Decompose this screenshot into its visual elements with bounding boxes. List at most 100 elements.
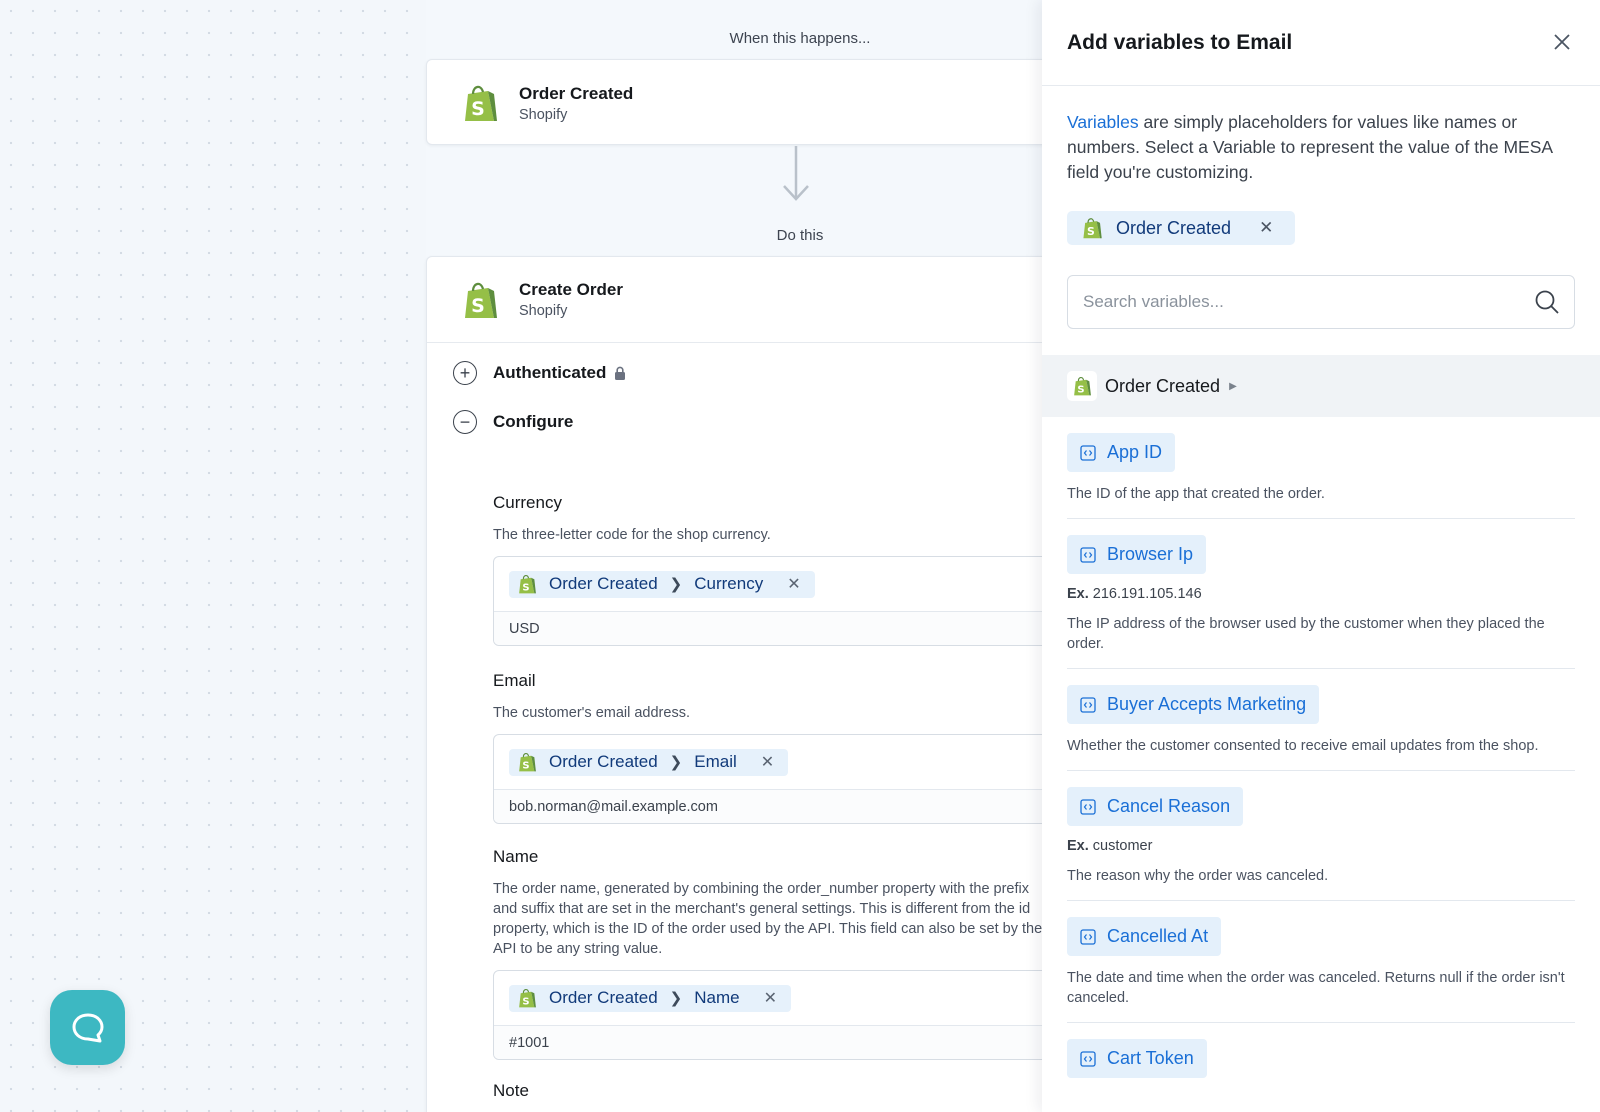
panel-header: Add variables to Email — [1042, 0, 1600, 86]
minus-circle-icon: − — [453, 410, 477, 434]
remove-filter-icon[interactable]: ✕ — [1259, 218, 1273, 238]
variable-list: App ID The ID of the app that created th… — [1042, 417, 1600, 1092]
name-label: Name — [493, 847, 539, 866]
variable-item: Cancel Reason Ex. customer The reason wh… — [1067, 787, 1575, 901]
variable-item: Browser Ip Ex. 216.191.105.146 The IP ad… — [1067, 535, 1575, 669]
shopify-logo-icon — [517, 573, 537, 595]
currency-value: USD — [494, 612, 1072, 645]
action-card-header[interactable]: Create Order Shopify — [427, 257, 1065, 343]
variable-name: Cancelled At — [1107, 926, 1209, 946]
variable-chip-app-id[interactable]: App ID — [1067, 433, 1176, 472]
variable-name: Cart Token — [1107, 1048, 1194, 1068]
variable-group-order-created[interactable]: Order Created ▶ — [1042, 355, 1600, 417]
trigger-subtitle: Shopify — [519, 106, 568, 123]
search-box — [1067, 275, 1575, 329]
chip-source: Order Created — [549, 574, 658, 593]
search-icon[interactable] — [1534, 289, 1560, 315]
code-icon — [1080, 444, 1096, 461]
chat-launcher-button[interactable] — [50, 990, 125, 1065]
variable-description: The ID of the app that created the order… — [1067, 486, 1325, 502]
email-description: The customer's email address. — [493, 705, 690, 721]
trigger-card[interactable]: Order Created Shopify — [426, 59, 1066, 145]
variable-name: App ID — [1107, 442, 1163, 462]
search-input[interactable] — [1083, 292, 1534, 312]
arrow-down-icon — [783, 146, 809, 201]
name-field: Name The order name, generated by combin… — [493, 847, 1073, 1060]
action-title: Create Order — [519, 280, 623, 299]
code-icon — [1080, 1050, 1096, 1067]
filter-chip-label: Order Created — [1116, 217, 1232, 238]
chevron-right-icon: ❯ — [669, 754, 683, 771]
remove-chip-icon[interactable]: ✕ — [764, 988, 777, 1008]
variable-item: Cancelled At The date and time when the … — [1067, 917, 1575, 1023]
chip-field: Email — [694, 752, 737, 771]
variable-description: Whether the customer consented to receiv… — [1067, 738, 1539, 754]
email-input[interactable]: Order Created ❯ Email ✕ bob.norman@mail.… — [493, 734, 1073, 824]
variable-description: The reason why the order was canceled. — [1067, 868, 1329, 884]
chevron-right-icon: ❯ — [669, 990, 683, 1007]
shopify-logo-icon — [517, 751, 537, 773]
shopify-logo-icon — [1072, 375, 1092, 397]
variable-description: The date and time when the order was can… — [1067, 970, 1565, 1006]
variable-example: Ex. 216.191.105.146 — [1067, 586, 1575, 602]
variable-chip-buyer-accepts-marketing[interactable]: Buyer Accepts Marketing — [1067, 685, 1320, 724]
variable-chip-cart-token[interactable]: Cart Token — [1067, 1039, 1207, 1078]
name-variable-chip[interactable]: Order Created ❯ Name ✕ — [509, 984, 792, 1012]
intro-text: are simply placeholders for values like … — [1067, 112, 1553, 182]
authenticated-section-toggle[interactable]: + Authenticated — [453, 361, 626, 385]
code-icon — [1080, 696, 1096, 713]
email-field: Email The customer's email address. Orde… — [493, 671, 1073, 824]
variable-name: Browser Ip — [1107, 544, 1194, 564]
shopify-logo-icon — [461, 279, 499, 321]
email-variable-chip[interactable]: Order Created ❯ Email ✕ — [509, 748, 789, 776]
chip-source: Order Created — [549, 752, 658, 771]
currency-description: The three-letter code for the shop curre… — [493, 527, 771, 543]
shopify-logo-icon — [1081, 216, 1103, 240]
source-filter-chip[interactable]: Order Created ✕ — [1067, 211, 1296, 245]
email-value: bob.norman@mail.example.com — [494, 790, 1072, 823]
code-icon — [1080, 928, 1096, 945]
action-card: Create Order Shopify + Authenticated − C… — [426, 256, 1073, 1112]
trigger-title: Order Created — [519, 83, 634, 103]
variable-chip-cancel-reason[interactable]: Cancel Reason — [1067, 787, 1244, 826]
name-value: #1001 — [494, 1026, 1072, 1059]
group-label: Order Created — [1105, 375, 1221, 396]
variables-panel: Add variables to Email Variables are sim… — [1042, 0, 1600, 1112]
panel-intro: Variables are simply placeholders for va… — [1042, 86, 1600, 185]
authenticated-label: Authenticated — [493, 363, 607, 382]
currency-field: Currency The three-letter code for the s… — [493, 493, 1073, 646]
example-prefix: Ex. — [1067, 838, 1089, 854]
lock-icon — [615, 366, 626, 380]
shopify-logo-icon — [461, 82, 499, 124]
variable-chip-browser-ip[interactable]: Browser Ip — [1067, 535, 1207, 574]
variables-link[interactable]: Variables — [1067, 112, 1139, 132]
close-icon[interactable] — [1552, 32, 1572, 52]
chevron-right-icon: ❯ — [669, 576, 683, 593]
variable-description: The IP address of the browser used by th… — [1067, 616, 1545, 652]
currency-variable-chip[interactable]: Order Created ❯ Currency ✕ — [509, 570, 815, 598]
chat-bubble-icon — [72, 1013, 103, 1042]
variable-chip-cancelled-at[interactable]: Cancelled At — [1067, 917, 1222, 956]
action-subtitle: Shopify — [519, 303, 568, 319]
example-prefix: Ex. — [1067, 586, 1089, 602]
remove-chip-icon[interactable]: ✕ — [761, 752, 774, 772]
example-value: 216.191.105.146 — [1092, 586, 1202, 602]
workflow-canvas: When this happens... Order Created Shopi… — [426, 0, 1073, 1112]
plus-circle-icon: + — [453, 361, 477, 385]
chip-field: Name — [694, 988, 740, 1007]
example-value: customer — [1092, 838, 1153, 854]
note-field: Note — [493, 1081, 1053, 1101]
chip-source: Order Created — [549, 988, 658, 1007]
code-icon — [1080, 546, 1096, 563]
name-input[interactable]: Order Created ❯ Name ✕ #1001 — [493, 970, 1073, 1060]
note-label: Note — [493, 1081, 529, 1100]
variable-item: Buyer Accepts Marketing Whether the cust… — [1067, 685, 1575, 771]
variable-item: App ID The ID of the app that created th… — [1067, 433, 1575, 519]
configure-label: Configure — [493, 412, 574, 431]
remove-chip-icon[interactable]: ✕ — [787, 574, 800, 594]
variable-item: Cart Token — [1067, 1039, 1575, 1092]
currency-input[interactable]: Order Created ❯ Currency ✕ USD — [493, 556, 1073, 646]
configure-section-toggle[interactable]: − Configure — [453, 410, 573, 434]
shopify-logo-icon — [517, 987, 537, 1009]
variable-example: Ex. customer — [1067, 838, 1575, 854]
